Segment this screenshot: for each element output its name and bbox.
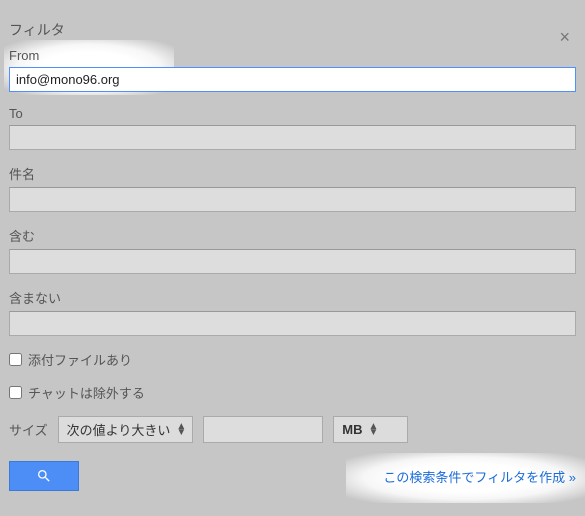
dialog-title: フィルタ <box>9 20 576 40</box>
size-label: サイズ <box>9 420 48 439</box>
chat-exclude-checkbox-row: チャットは除外する <box>9 383 576 402</box>
size-row: サイズ 次の値より大きい ▲▼ MB ▲▼ <box>9 416 576 443</box>
chat-exclude-checkbox-label: チャットは除外する <box>28 383 145 402</box>
exclude-field-group: 含まない <box>9 288 576 336</box>
create-filter-link[interactable]: この検索条件でフィルタを作成 » <box>383 467 576 486</box>
subject-label: 件名 <box>9 164 576 183</box>
from-label: From <box>9 48 576 63</box>
exclude-input[interactable] <box>9 311 576 336</box>
size-unit-select[interactable]: MB ▲▼ <box>333 416 408 443</box>
attachment-checkbox-label: 添付ファイルあり <box>28 350 132 369</box>
to-label: To <box>9 106 576 121</box>
subject-field-group: 件名 <box>9 164 576 212</box>
from-field-group: From <box>9 48 576 92</box>
exclude-label: 含まない <box>9 288 576 307</box>
include-field-group: 含む <box>9 226 576 274</box>
bottom-row: この検索条件でフィルタを作成 » <box>9 461 576 491</box>
attachment-checkbox-row: 添付ファイルあり <box>9 350 576 369</box>
search-button[interactable] <box>9 461 79 491</box>
size-value-input[interactable] <box>203 416 323 443</box>
size-unit-value: MB <box>342 422 362 437</box>
chat-exclude-checkbox[interactable] <box>9 386 22 399</box>
subject-input[interactable] <box>9 187 576 212</box>
to-input[interactable] <box>9 125 576 150</box>
from-input[interactable] <box>9 67 576 92</box>
include-label: 含む <box>9 226 576 245</box>
search-icon <box>36 468 52 484</box>
updown-icon: ▲▼ <box>369 424 379 436</box>
updown-icon: ▲▼ <box>176 424 186 436</box>
include-input[interactable] <box>9 249 576 274</box>
size-comparator-value: 次の値より大きい <box>67 420 171 439</box>
attachment-checkbox[interactable] <box>9 353 22 366</box>
size-comparator-select[interactable]: 次の値より大きい ▲▼ <box>58 416 194 443</box>
close-icon[interactable]: × <box>559 28 570 46</box>
to-field-group: To <box>9 106 576 150</box>
